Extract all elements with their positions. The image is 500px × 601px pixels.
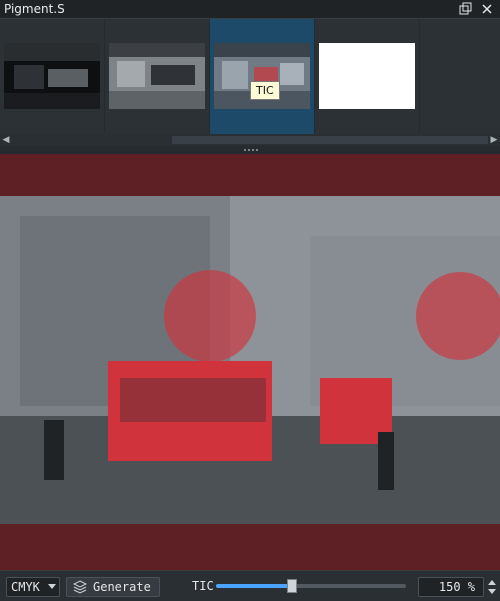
thumbnail-2[interactable] — [105, 19, 210, 134]
tic-slider-handle[interactable] — [287, 579, 297, 593]
thumbnail-2-image — [109, 43, 205, 109]
chevron-down-icon — [48, 584, 56, 589]
splitter-grip[interactable] — [244, 149, 258, 151]
thumbnail-4[interactable] — [315, 19, 420, 134]
splitter[interactable] — [0, 146, 500, 154]
title-bar: Pigment.S — [0, 0, 500, 19]
scroll-left-icon[interactable]: ◀ — [0, 134, 12, 146]
mode-select-value: CMYK — [11, 580, 40, 594]
scrollbar-thumb[interactable] — [172, 136, 488, 144]
generate-button-label: Generate — [93, 580, 151, 594]
preview-area — [0, 154, 500, 570]
layers-icon — [73, 580, 87, 594]
bottom-toolbar: CMYK Generate TIC 150 % — [0, 570, 500, 601]
window-title: Pigment.S — [4, 2, 65, 16]
zoom-spin-buttons[interactable] — [486, 577, 498, 597]
scroll-right-icon[interactable]: ▶ — [488, 134, 500, 146]
spin-up-icon[interactable] — [488, 580, 496, 585]
tic-slider-fill — [216, 584, 292, 588]
thumbnail-strip: TIC — [0, 19, 500, 134]
generate-button[interactable]: Generate — [66, 577, 160, 597]
thumbnail-1[interactable] — [0, 19, 105, 134]
restore-icon[interactable] — [458, 2, 472, 16]
tic-slider[interactable] — [216, 579, 406, 593]
tic-label: TIC — [192, 579, 214, 593]
zoom-spinbox[interactable]: 150 % — [418, 577, 484, 597]
zoom-value: 150 % — [438, 580, 475, 594]
close-icon[interactable] — [480, 2, 494, 16]
thumbnail-3[interactable]: TIC — [210, 19, 315, 134]
thumbnail-1-image — [4, 43, 100, 109]
mode-select[interactable]: CMYK — [6, 577, 60, 597]
thumbnail-scrollbar[interactable]: ◀ ▶ — [0, 134, 500, 146]
thumbnail-5 — [420, 19, 500, 134]
spin-down-icon[interactable] — [488, 589, 496, 594]
thumbnail-tooltip: TIC — [250, 81, 280, 100]
preview-image — [0, 196, 500, 524]
thumbnail-4-image — [319, 43, 415, 109]
